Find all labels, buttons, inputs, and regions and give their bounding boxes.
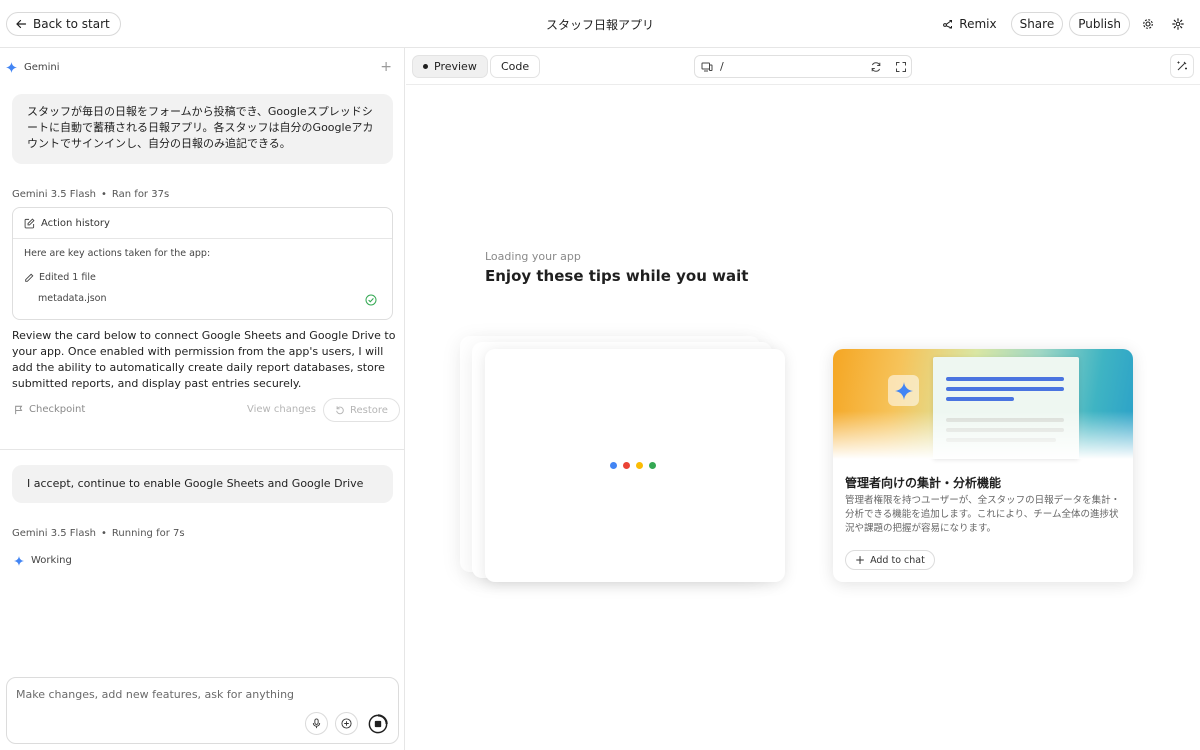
user-message-accept: I accept, continue to enable Google Shee…	[12, 465, 393, 503]
preview-panel: Preview Code / Loading your app Enjoy th…	[406, 48, 1200, 750]
tab-code-label: Code	[501, 60, 530, 73]
edit-square-icon	[24, 217, 35, 228]
checkpoint-button[interactable]: Checkpoint	[14, 404, 85, 415]
tab-code[interactable]: Code	[490, 55, 541, 78]
loading-dot-green	[649, 462, 656, 469]
chat-composer	[6, 677, 399, 744]
refresh-icon[interactable]	[870, 61, 882, 73]
doc-line	[946, 377, 1064, 381]
fullscreen-icon[interactable]	[895, 61, 907, 73]
file-name[interactable]: metadata.json	[38, 293, 107, 304]
loading-text: Loading your app	[485, 250, 581, 263]
tip-title: 管理者向けの集計・分析機能	[845, 476, 1002, 490]
tip-description: 管理者権限を持つユーザーが、全スタッフの日報データを集計・分析できる機能を追加し…	[845, 495, 1121, 534]
doc-line	[946, 387, 1064, 391]
chat-header: Gemini +	[6, 59, 396, 75]
device-icon[interactable]	[701, 61, 713, 73]
gear-icon	[1172, 18, 1184, 30]
tip-illustration	[833, 349, 1133, 459]
sparkle-icon	[14, 555, 24, 566]
back-to-start-button[interactable]: Back to start	[6, 12, 121, 36]
remix-button[interactable]: Remix	[934, 12, 1004, 36]
restore-icon	[336, 406, 344, 415]
preview-toolbar: Preview Code /	[406, 48, 1200, 85]
action-history-header[interactable]: Action history	[13, 208, 392, 239]
top-bar: Back to start スタッフ日報アプリ Remix Share Publ…	[0, 0, 1200, 48]
remix-icon	[943, 20, 953, 29]
settings-icon	[1143, 19, 1153, 29]
edited-label: Edited 1 file	[39, 272, 96, 283]
pencil-icon	[25, 273, 34, 282]
stop-button[interactable]	[366, 712, 389, 735]
loading-dot-red	[623, 462, 630, 469]
chat-panel: Gemini + スタッフが毎日の日報をフォームから投稿でき、Googleスプレ…	[0, 48, 405, 750]
app-settings-button[interactable]	[1166, 12, 1190, 36]
url-bar[interactable]: /	[694, 55, 912, 78]
sparkle-icon	[894, 381, 913, 400]
back-to-start-label: Back to start	[33, 17, 110, 31]
action-intro: Here are key actions taken for the app:	[24, 248, 211, 259]
divider	[0, 449, 405, 450]
meta-status-2: Running for 7s	[111, 528, 185, 539]
loading-dot-yellow	[636, 462, 643, 469]
restore-label: Restore	[350, 404, 388, 416]
user-message: スタッフが毎日の日報をフォームから投稿でき、Googleスプレッドシートに自動で…	[12, 94, 393, 164]
restore-button[interactable]: Restore	[323, 398, 400, 422]
active-dot	[423, 64, 428, 69]
sparkle-badge	[888, 375, 919, 406]
response-meta: Gemini 3.5 Flash • Ran for 37s	[12, 189, 170, 200]
working-label: Working	[31, 555, 72, 566]
check-circle-icon	[365, 294, 377, 306]
loading-dots	[610, 462, 656, 469]
remix-label: Remix	[959, 17, 997, 31]
response-actions: Checkpoint View changes Restore	[12, 398, 400, 422]
hero-fade	[833, 411, 1133, 459]
add-to-chat-button[interactable]: + Add to chat	[845, 550, 935, 570]
magic-edit-button[interactable]	[1170, 54, 1194, 78]
add-to-chat-label: Add to chat	[870, 554, 925, 566]
model-name: Gemini	[24, 61, 60, 73]
settings-button[interactable]	[1136, 12, 1160, 36]
tip-card: 管理者向けの集計・分析機能 管理者権限を持つユーザーが、全スタッフの日報データを…	[833, 349, 1133, 582]
new-chat-plus-icon[interactable]: +	[380, 59, 392, 75]
action-history-label: Action history	[41, 217, 110, 229]
mic-icon	[312, 718, 321, 729]
meta-model: Gemini 3.5 Flash	[12, 189, 97, 200]
working-indicator: Working	[14, 555, 72, 566]
header-actions: Remix Share Publish	[934, 12, 1190, 36]
checkpoint-label: Checkpoint	[29, 404, 86, 415]
arrow-left-icon	[16, 19, 27, 29]
plus-icon: +	[855, 553, 866, 567]
view-changes-button[interactable]: View changes	[247, 404, 316, 415]
flag-icon	[15, 405, 23, 414]
meta-status: Ran for 37s	[111, 189, 170, 200]
mic-button[interactable]	[305, 712, 328, 735]
running-meta: Gemini 3.5 Flash • Running for 7s	[12, 528, 185, 539]
tab-preview[interactable]: Preview	[412, 55, 488, 78]
loading-dot-blue	[610, 462, 617, 469]
share-button[interactable]: Share	[1010, 12, 1064, 36]
assistant-response: Review the card below to connect Google …	[12, 329, 396, 390]
tips-title: Enjoy these tips while you wait	[485, 267, 749, 285]
magic-edit-icon	[1177, 61, 1187, 71]
meta-model-2: Gemini 3.5 Flash	[12, 528, 97, 539]
url-path: /	[720, 60, 724, 73]
add-circle-icon	[341, 718, 352, 729]
doc-line	[946, 397, 1014, 401]
action-history-card: Action history Here are key actions take…	[12, 207, 393, 320]
tab-preview-label: Preview	[434, 60, 477, 73]
sparkle-icon	[6, 61, 17, 73]
chat-input[interactable]	[16, 686, 386, 702]
add-attachment-button[interactable]	[335, 712, 358, 735]
loading-card	[485, 349, 785, 582]
edited-files-row: Edited 1 file	[24, 272, 96, 283]
stop-icon	[368, 713, 388, 733]
publish-button[interactable]: Publish	[1069, 12, 1130, 36]
